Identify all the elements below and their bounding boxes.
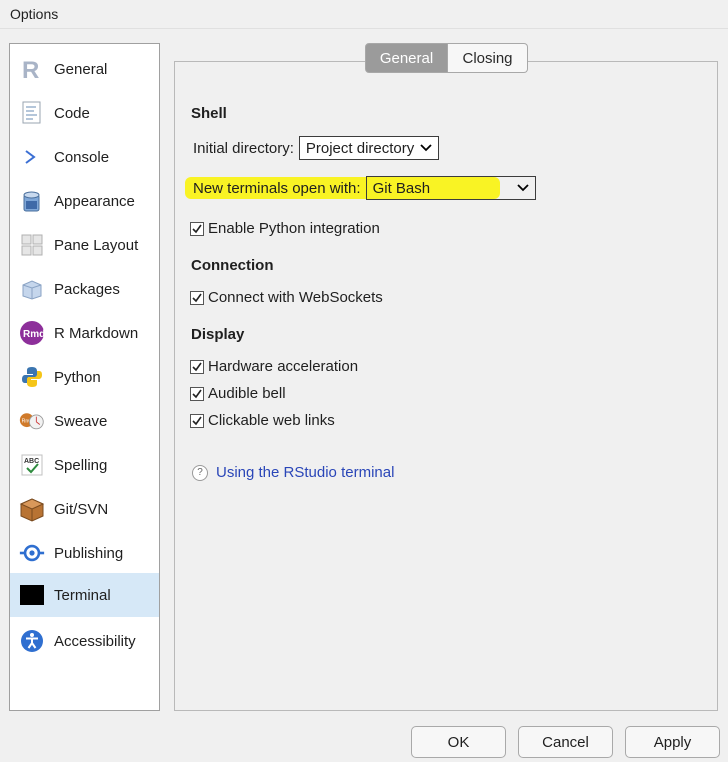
- audible-bell-label: Audible bell: [208, 385, 286, 402]
- terminal-help-link[interactable]: Using the RStudio terminal: [216, 464, 394, 481]
- shell-heading: Shell: [191, 105, 227, 122]
- console-prompt-icon: [19, 144, 45, 170]
- initial-directory-select[interactable]: Project directory: [298, 136, 439, 160]
- help-question-icon: ?: [192, 464, 208, 481]
- new-terminals-row: New terminals open with: Git Bash: [193, 176, 536, 200]
- sidebar-item-git-svn[interactable]: Git/SVN: [10, 487, 159, 531]
- code-document-icon: [19, 100, 45, 126]
- svg-text:R: R: [22, 57, 39, 81]
- sidebar-item-code[interactable]: Code: [10, 91, 159, 135]
- sidebar-item-spelling[interactable]: ABC Spelling: [10, 443, 159, 487]
- sidebar-item-label: Spelling: [54, 456, 108, 474]
- sweave-icon: Rnw: [19, 408, 45, 434]
- sidebar-item-publishing[interactable]: Publishing: [10, 531, 159, 575]
- paint-bucket-icon: [19, 188, 45, 214]
- checkmark-icon: [192, 362, 202, 371]
- tab-general[interactable]: General: [365, 43, 448, 73]
- tab-closing[interactable]: Closing: [448, 43, 528, 73]
- sidebar-item-terminal[interactable]: Terminal: [10, 573, 159, 617]
- new-terminals-select[interactable]: Git Bash: [365, 176, 536, 200]
- hardware-acceleration-row[interactable]: Hardware acceleration: [190, 358, 358, 375]
- sidebar-item-appearance[interactable]: Appearance: [10, 179, 159, 223]
- spelling-abc-icon: ABC: [19, 452, 45, 478]
- sidebar-item-label: Pane Layout: [54, 236, 139, 254]
- sidebar-item-label: Terminal: [54, 586, 111, 604]
- sidebar-item-pane-layout[interactable]: Pane Layout: [10, 223, 159, 267]
- sidebar-item-label: Sweave: [54, 412, 108, 430]
- checkmark-icon: [192, 416, 202, 425]
- checkmark-icon: [192, 224, 202, 233]
- rmd-icon: Rmd: [19, 320, 45, 346]
- hardware-acceleration-checkbox[interactable]: [190, 359, 204, 374]
- sidebar-item-console[interactable]: Console: [10, 135, 159, 179]
- initial-directory-label: Initial directory:: [193, 139, 294, 157]
- sidebar-item-label: Python: [54, 368, 101, 386]
- terminal-icon: [19, 582, 45, 608]
- sidebar-item-packages[interactable]: Packages: [10, 267, 159, 311]
- package-icon: [19, 276, 45, 302]
- python-logo-icon: [19, 364, 45, 390]
- sidebar-item-label: Appearance: [54, 192, 135, 210]
- sidebar-item-label: Accessibility: [54, 632, 136, 650]
- sidebar-item-label: General: [54, 60, 108, 78]
- pane-layout-icon: [19, 232, 45, 258]
- hardware-acceleration-label: Hardware acceleration: [208, 358, 359, 375]
- svg-text:Rmd: Rmd: [23, 329, 45, 340]
- checkmark-icon: [192, 293, 202, 302]
- display-heading: Display: [191, 326, 245, 343]
- sidebar-item-sweave[interactable]: Rnw Sweave: [10, 399, 159, 443]
- sidebar-item-label: Code: [54, 104, 90, 122]
- r-logo-icon: R: [19, 56, 45, 82]
- websockets-label: Connect with WebSockets: [208, 289, 383, 306]
- new-terminals-label: New terminals open with:: [193, 179, 361, 197]
- audible-bell-checkbox[interactable]: [190, 386, 204, 401]
- window-title: Options: [10, 6, 59, 22]
- sidebar-item-python[interactable]: Python: [10, 355, 159, 399]
- clickable-links-checkbox[interactable]: [190, 413, 204, 428]
- help-link-row[interactable]: ? Using the RStudio terminal: [192, 464, 394, 481]
- initial-directory-row: Initial directory: Project directory: [193, 136, 439, 160]
- title-bar: Options: [0, 0, 728, 29]
- chevron-down-icon: [420, 144, 432, 152]
- cancel-button[interactable]: Cancel: [518, 726, 613, 758]
- connection-heading: Connection: [191, 257, 274, 274]
- sidebar-item-general[interactable]: R General: [10, 47, 159, 91]
- sidebar-item-label: Publishing: [54, 544, 124, 562]
- publishing-icon: [19, 540, 45, 566]
- sidebar-item-label: Console: [54, 148, 110, 166]
- sidebar-item-label: R Markdown: [54, 324, 139, 342]
- sidebar-item-r-markdown[interactable]: Rmd R Markdown: [10, 311, 159, 355]
- accessibility-icon: [19, 628, 45, 654]
- checkmark-icon: [192, 389, 202, 398]
- websockets-checkbox[interactable]: [190, 290, 204, 305]
- clickable-links-row[interactable]: Clickable web links: [190, 412, 335, 429]
- sidebar-item-accessibility[interactable]: Accessibility: [10, 619, 159, 663]
- clickable-links-label: Clickable web links: [208, 412, 335, 429]
- initial-directory-value: Project directory: [305, 139, 415, 157]
- chevron-down-icon: [516, 184, 529, 192]
- audible-bell-row[interactable]: Audible bell: [190, 385, 286, 402]
- new-terminals-value: Git Bash: [372, 179, 431, 197]
- apply-button[interactable]: Apply: [625, 726, 720, 758]
- sidebar-item-label: Packages: [54, 280, 120, 298]
- sidebar: R General Code Console Appearance Pane L…: [9, 43, 160, 711]
- python-integration-checkbox[interactable]: [190, 221, 204, 236]
- websockets-row[interactable]: Connect with WebSockets: [190, 289, 383, 306]
- tab-bar: General Closing: [365, 43, 528, 75]
- git-box-icon: [19, 496, 45, 522]
- python-integration-label: Enable Python integration: [208, 220, 380, 237]
- ok-button[interactable]: OK: [411, 726, 506, 758]
- sidebar-item-label: Git/SVN: [54, 500, 109, 518]
- python-integration-row[interactable]: Enable Python integration: [190, 220, 380, 237]
